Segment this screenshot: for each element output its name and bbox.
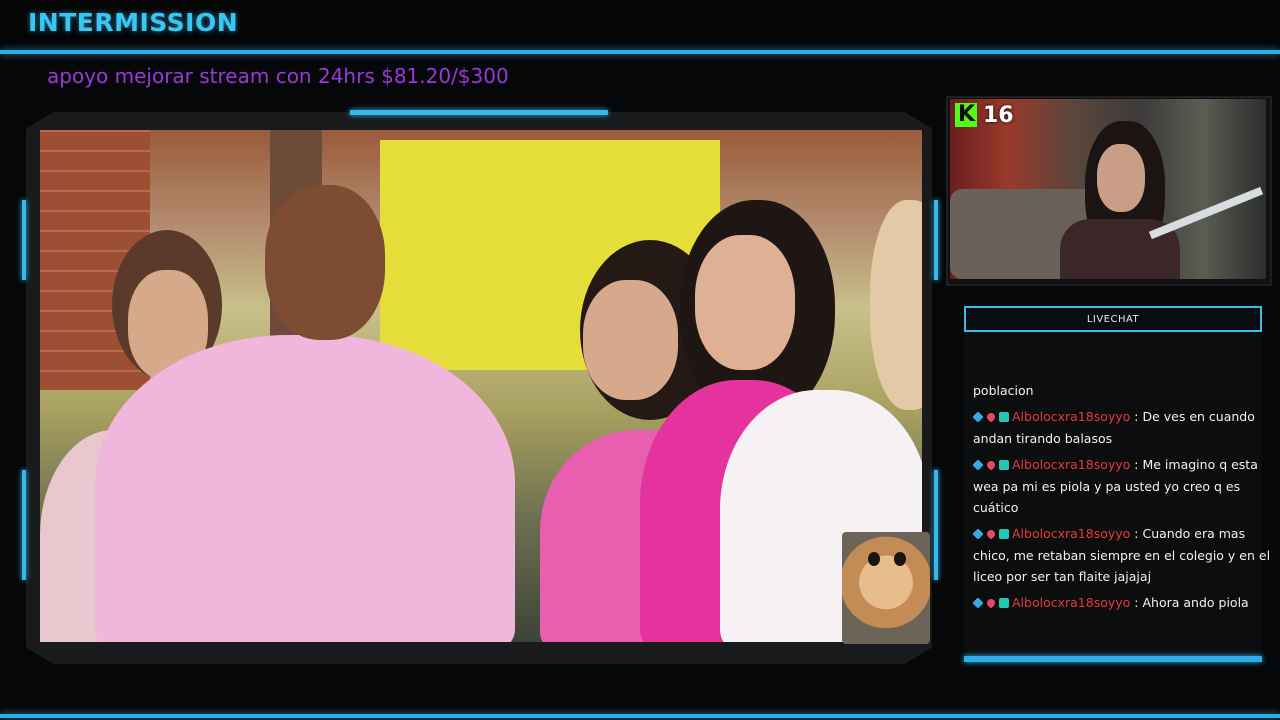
streamer-face [1097, 144, 1145, 212]
chat-message: Albolocxra18soyyo : Cuando era mas chico… [972, 524, 1271, 584]
viewer-badge: 16 [955, 102, 1014, 128]
heart-badge-icon [985, 411, 997, 423]
chat-badges [972, 524, 1012, 545]
chat-badges [972, 455, 1012, 476]
frame-side-accent-right [934, 200, 938, 280]
kick-icon [955, 102, 977, 127]
gift-badge-icon [999, 529, 1009, 539]
chat-footer-accent [964, 656, 1262, 662]
chat-message: Albolocxra18soyyo : Me imagino q esta we… [972, 455, 1258, 515]
cube-badge-icon [972, 459, 984, 471]
gift-badge-icon [999, 412, 1009, 422]
video-person [95, 335, 515, 642]
gift-badge-icon [999, 598, 1009, 608]
bottom-divider [0, 714, 1280, 718]
video-person-face [265, 185, 385, 340]
chat-username[interactable]: Albolocxra18soyyo [1012, 409, 1130, 424]
chat-username[interactable]: Albolocxra18soyyo [1012, 457, 1130, 472]
chat-message: poblacion [973, 380, 1277, 401]
chat-username[interactable]: Albolocxra18soyyo [1012, 526, 1130, 541]
header-divider [0, 50, 1280, 54]
cat-image-overlay [842, 532, 930, 644]
main-video[interactable] [40, 130, 922, 642]
chat-message-list: poblacion Albolocxra18soyyo : De ves en … [972, 380, 1277, 619]
donation-goal-text: apoyo mejorar stream con 24hrs $81.20/$3… [47, 64, 509, 88]
viewer-count: 16 [983, 102, 1014, 128]
chat-message-text: Ahora ando piola [1142, 595, 1249, 610]
frame-side-accent-left-lower [22, 470, 26, 580]
chat-username[interactable]: Albolocxra18soyyo [1012, 595, 1130, 610]
chat-message-text: poblacion [973, 383, 1034, 398]
gift-badge-icon [999, 460, 1009, 470]
intermission-title: INTERMISSION [28, 8, 239, 37]
frame-side-accent-left [22, 200, 26, 280]
cube-badge-icon [972, 597, 984, 609]
heart-badge-icon [985, 459, 997, 471]
cat-eye [868, 552, 880, 566]
chat-message: Albolocxra18soyyo : Ahora ando piola [972, 592, 1277, 614]
cat-eye [894, 552, 906, 566]
heart-badge-icon [985, 528, 997, 540]
chat-badges [972, 593, 1012, 614]
frame-side-accent-right-lower [934, 470, 938, 580]
chat-header: LIVECHAT [964, 306, 1262, 332]
video-person-head [870, 200, 922, 410]
cube-badge-icon [972, 411, 984, 423]
chat-badges [972, 407, 1012, 428]
microphone-arm [1148, 186, 1264, 240]
video-person-face [583, 280, 678, 400]
heart-badge-icon [985, 597, 997, 609]
chat-message: Albolocxra18soyyo : De ves en cuando and… [972, 407, 1255, 446]
video-person-face [695, 235, 795, 370]
header-bar: INTERMISSION [0, 0, 1280, 52]
video-frame-accent [350, 110, 608, 115]
cube-badge-icon [972, 528, 984, 540]
